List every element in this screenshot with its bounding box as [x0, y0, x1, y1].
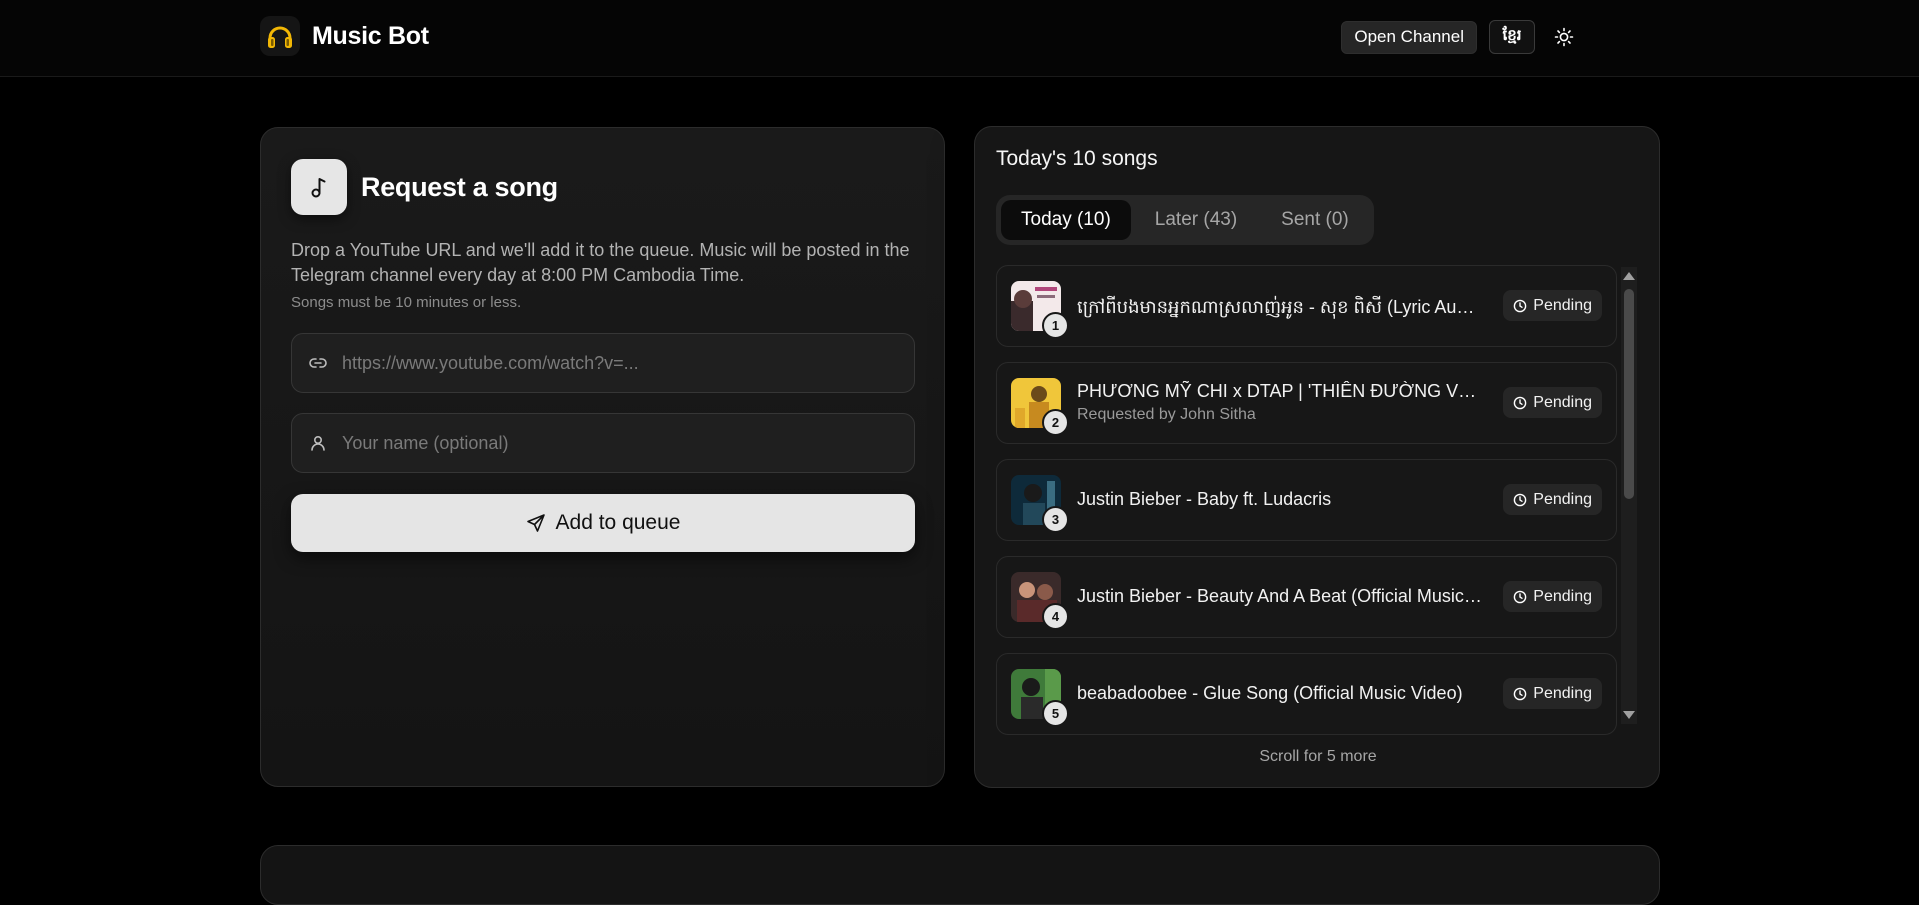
tab-later[interactable]: Later (43)	[1135, 200, 1257, 240]
song-number: 5	[1042, 700, 1069, 727]
brand[interactable]: Music Bot	[260, 16, 429, 56]
status-label: Pending	[1533, 490, 1592, 508]
song-requester: Requested by John Sitha	[1077, 406, 1256, 423]
song-item[interactable]: 3 Justin Bieber - Baby ft. Ludacris Pend…	[996, 459, 1617, 541]
status-badge: Pending	[1503, 581, 1602, 612]
status-label: Pending	[1533, 296, 1592, 314]
send-icon	[526, 514, 545, 532]
song-number: 1	[1042, 312, 1069, 339]
sun-icon	[1554, 27, 1574, 47]
scroll-more-hint: Scroll for 5 more	[1259, 748, 1377, 765]
add-to-queue-label: Add to queue	[555, 511, 681, 534]
youtube-url-input[interactable]	[342, 352, 914, 374]
status-label: Pending	[1533, 393, 1592, 411]
link-icon	[309, 358, 327, 368]
song-title: Justin Bieber - Beauty And A Beat (Offic…	[1077, 586, 1483, 606]
status-badge: Pending	[1503, 387, 1602, 418]
status-label: Pending	[1533, 587, 1592, 605]
queue-tabs: Today (10) Later (43) Sent (0)	[996, 195, 1374, 245]
scroll-up-arrow-icon[interactable]	[1623, 272, 1635, 280]
theme-toggle-button[interactable]	[1547, 20, 1581, 54]
bottom-section-card	[260, 845, 1660, 905]
clock-icon	[1513, 687, 1527, 700]
status-badge: Pending	[1503, 678, 1602, 709]
song-number: 2	[1042, 409, 1069, 436]
clock-icon	[1513, 299, 1527, 312]
name-field[interactable]	[291, 413, 915, 473]
status-badge: Pending	[1503, 290, 1602, 321]
clock-icon	[1513, 493, 1527, 506]
song-number: 3	[1042, 506, 1069, 533]
app-name: Music Bot	[312, 21, 429, 50]
top-bar: Music Bot Open Channel ខ្មែរ	[0, 0, 1919, 77]
duration-note: Songs must be 10 minutes or less.	[291, 294, 522, 311]
song-number: 4	[1042, 603, 1069, 630]
request-description: Drop a YouTube URL and we'll add it to t…	[291, 240, 910, 285]
name-input[interactable]	[342, 432, 914, 454]
song-item[interactable]: 5 beabadoobee - Glue Song (Official Musi…	[996, 653, 1617, 735]
song-item[interactable]: 4 Justin Bieber - Beauty And A Beat (Off…	[996, 556, 1617, 638]
language-toggle-button[interactable]: ខ្មែរ	[1489, 20, 1535, 54]
status-badge: Pending	[1503, 484, 1602, 515]
song-list[interactable]: 1 ក្រៅពីបងមានអ្នកណាស្រលាញ់អូន - សុខ ពិសី…	[996, 265, 1617, 865]
queue-title: Today's 10 songs	[996, 147, 1158, 170]
song-item[interactable]: 1 ក្រៅពីបងមានអ្នកណាស្រលាញ់អូន - សុខ ពិសី…	[996, 265, 1617, 347]
add-to-queue-button[interactable]: Add to queue	[291, 494, 915, 552]
song-title: Justin Bieber - Baby ft. Ludacris	[1077, 489, 1332, 509]
tab-sent[interactable]: Sent (0)	[1261, 200, 1369, 240]
user-icon	[311, 435, 325, 451]
status-label: Pending	[1533, 684, 1592, 702]
request-card: Request a song Drop a YouTube URL and we…	[260, 127, 945, 787]
request-title: Request a song	[361, 171, 558, 202]
youtube-url-field[interactable]	[291, 333, 915, 393]
tab-today[interactable]: Today (10)	[1001, 200, 1131, 240]
open-channel-button[interactable]: Open Channel	[1341, 20, 1477, 54]
song-title: ក្រៅពីបងមានអ្នកណាស្រលាញ់អូន - សុខ ពិសី (…	[1077, 297, 1483, 317]
scroll-down-arrow-icon[interactable]	[1623, 711, 1635, 719]
song-list-scrollbar[interactable]	[1621, 267, 1637, 724]
clock-icon	[1513, 396, 1527, 409]
scrollbar-thumb[interactable]	[1624, 289, 1634, 499]
clock-icon	[1513, 590, 1527, 603]
song-title: beabadoobee - Glue Song (Official Music …	[1077, 683, 1463, 703]
headphones-icon	[260, 16, 300, 56]
song-item[interactable]: 2 PHƯƠNG MỸ CHI x DTAP | 'THIÊN ĐƯỜNG VỚ…	[996, 362, 1617, 444]
song-title: PHƯƠNG MỸ CHI x DTAP | 'THIÊN ĐƯỜNG VỚI …	[1077, 381, 1483, 401]
queue-card: Today's 10 songs Today (10) Later (43) S…	[974, 126, 1660, 788]
music-note-icon	[291, 159, 347, 215]
